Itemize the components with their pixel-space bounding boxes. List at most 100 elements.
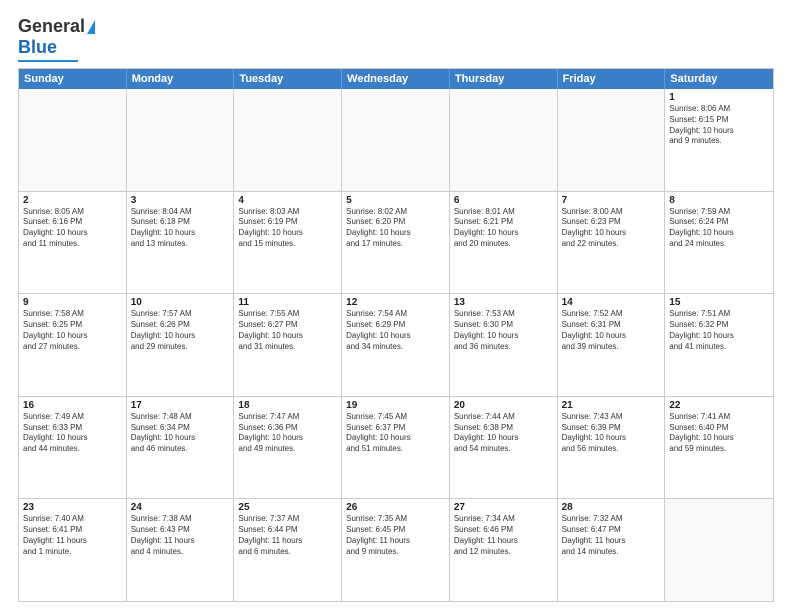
cell-info: Sunrise: 8:06 AM Sunset: 6:15 PM Dayligh…: [669, 104, 769, 147]
weekday-header-saturday: Saturday: [665, 69, 773, 89]
day-number: 4: [238, 195, 337, 206]
day-number: 28: [562, 502, 661, 513]
calendar-cell: 21Sunrise: 7:43 AM Sunset: 6:39 PM Dayli…: [558, 397, 666, 499]
calendar-cell: 10Sunrise: 7:57 AM Sunset: 6:26 PM Dayli…: [127, 294, 235, 396]
calendar-row-5: 23Sunrise: 7:40 AM Sunset: 6:41 PM Dayli…: [19, 499, 773, 601]
cell-info: Sunrise: 7:48 AM Sunset: 6:34 PM Dayligh…: [131, 412, 230, 455]
calendar-cell: 19Sunrise: 7:45 AM Sunset: 6:37 PM Dayli…: [342, 397, 450, 499]
cell-info: Sunrise: 7:34 AM Sunset: 6:46 PM Dayligh…: [454, 514, 553, 557]
cell-info: Sunrise: 8:00 AM Sunset: 6:23 PM Dayligh…: [562, 207, 661, 250]
calendar-cell: 25Sunrise: 7:37 AM Sunset: 6:44 PM Dayli…: [234, 499, 342, 601]
calendar-cell: 7Sunrise: 8:00 AM Sunset: 6:23 PM Daylig…: [558, 192, 666, 294]
weekday-header-wednesday: Wednesday: [342, 69, 450, 89]
day-number: 19: [346, 400, 445, 411]
calendar-cell: 8Sunrise: 7:59 AM Sunset: 6:24 PM Daylig…: [665, 192, 773, 294]
calendar-body: 1Sunrise: 8:06 AM Sunset: 6:15 PM Daylig…: [19, 89, 773, 601]
calendar-cell: 18Sunrise: 7:47 AM Sunset: 6:36 PM Dayli…: [234, 397, 342, 499]
cell-info: Sunrise: 7:54 AM Sunset: 6:29 PM Dayligh…: [346, 309, 445, 352]
calendar-cell: 11Sunrise: 7:55 AM Sunset: 6:27 PM Dayli…: [234, 294, 342, 396]
calendar-cell: [450, 89, 558, 191]
calendar-row-3: 9Sunrise: 7:58 AM Sunset: 6:25 PM Daylig…: [19, 294, 773, 397]
day-number: 26: [346, 502, 445, 513]
day-number: 14: [562, 297, 661, 308]
calendar-cell: [127, 89, 235, 191]
calendar-cell: 24Sunrise: 7:38 AM Sunset: 6:43 PM Dayli…: [127, 499, 235, 601]
cell-info: Sunrise: 7:53 AM Sunset: 6:30 PM Dayligh…: [454, 309, 553, 352]
weekday-header-tuesday: Tuesday: [234, 69, 342, 89]
day-number: 7: [562, 195, 661, 206]
calendar-cell: 9Sunrise: 7:58 AM Sunset: 6:25 PM Daylig…: [19, 294, 127, 396]
calendar-cell: 15Sunrise: 7:51 AM Sunset: 6:32 PM Dayli…: [665, 294, 773, 396]
calendar-cell: [19, 89, 127, 191]
logo-underline: [18, 60, 78, 62]
day-number: 6: [454, 195, 553, 206]
cell-info: Sunrise: 7:45 AM Sunset: 6:37 PM Dayligh…: [346, 412, 445, 455]
day-number: 20: [454, 400, 553, 411]
calendar-row-4: 16Sunrise: 7:49 AM Sunset: 6:33 PM Dayli…: [19, 397, 773, 500]
day-number: 21: [562, 400, 661, 411]
cell-info: Sunrise: 7:58 AM Sunset: 6:25 PM Dayligh…: [23, 309, 122, 352]
cell-info: Sunrise: 7:40 AM Sunset: 6:41 PM Dayligh…: [23, 514, 122, 557]
day-number: 12: [346, 297, 445, 308]
day-number: 13: [454, 297, 553, 308]
calendar-cell: [558, 89, 666, 191]
cell-info: Sunrise: 7:43 AM Sunset: 6:39 PM Dayligh…: [562, 412, 661, 455]
calendar-cell: 22Sunrise: 7:41 AM Sunset: 6:40 PM Dayli…: [665, 397, 773, 499]
day-number: 9: [23, 297, 122, 308]
day-number: 23: [23, 502, 122, 513]
header: General Blue: [18, 16, 774, 62]
cell-info: Sunrise: 7:55 AM Sunset: 6:27 PM Dayligh…: [238, 309, 337, 352]
day-number: 17: [131, 400, 230, 411]
cell-info: Sunrise: 8:02 AM Sunset: 6:20 PM Dayligh…: [346, 207, 445, 250]
weekday-header-thursday: Thursday: [450, 69, 558, 89]
cell-info: Sunrise: 7:41 AM Sunset: 6:40 PM Dayligh…: [669, 412, 769, 455]
cell-info: Sunrise: 7:51 AM Sunset: 6:32 PM Dayligh…: [669, 309, 769, 352]
cell-info: Sunrise: 7:59 AM Sunset: 6:24 PM Dayligh…: [669, 207, 769, 250]
day-number: 1: [669, 92, 769, 103]
calendar-cell: [342, 89, 450, 191]
calendar-cell: 5Sunrise: 8:02 AM Sunset: 6:20 PM Daylig…: [342, 192, 450, 294]
cell-info: Sunrise: 8:05 AM Sunset: 6:16 PM Dayligh…: [23, 207, 122, 250]
logo: General Blue: [18, 16, 95, 62]
day-number: 5: [346, 195, 445, 206]
calendar-cell: 6Sunrise: 8:01 AM Sunset: 6:21 PM Daylig…: [450, 192, 558, 294]
calendar-cell: 13Sunrise: 7:53 AM Sunset: 6:30 PM Dayli…: [450, 294, 558, 396]
day-number: 27: [454, 502, 553, 513]
weekday-header-sunday: Sunday: [19, 69, 127, 89]
cell-info: Sunrise: 7:38 AM Sunset: 6:43 PM Dayligh…: [131, 514, 230, 557]
cell-info: Sunrise: 7:44 AM Sunset: 6:38 PM Dayligh…: [454, 412, 553, 455]
day-number: 22: [669, 400, 769, 411]
calendar-cell: 26Sunrise: 7:35 AM Sunset: 6:45 PM Dayli…: [342, 499, 450, 601]
cell-info: Sunrise: 7:32 AM Sunset: 6:47 PM Dayligh…: [562, 514, 661, 557]
cell-info: Sunrise: 7:49 AM Sunset: 6:33 PM Dayligh…: [23, 412, 122, 455]
day-number: 25: [238, 502, 337, 513]
calendar-cell: 20Sunrise: 7:44 AM Sunset: 6:38 PM Dayli…: [450, 397, 558, 499]
day-number: 2: [23, 195, 122, 206]
cell-info: Sunrise: 7:35 AM Sunset: 6:45 PM Dayligh…: [346, 514, 445, 557]
logo-general-text: General: [18, 16, 85, 37]
calendar-cell: 12Sunrise: 7:54 AM Sunset: 6:29 PM Dayli…: [342, 294, 450, 396]
cell-info: Sunrise: 7:47 AM Sunset: 6:36 PM Dayligh…: [238, 412, 337, 455]
day-number: 8: [669, 195, 769, 206]
cell-info: Sunrise: 8:01 AM Sunset: 6:21 PM Dayligh…: [454, 207, 553, 250]
calendar-cell: 3Sunrise: 8:04 AM Sunset: 6:18 PM Daylig…: [127, 192, 235, 294]
day-number: 16: [23, 400, 122, 411]
logo-triangle-icon: [87, 20, 95, 34]
cell-info: Sunrise: 7:57 AM Sunset: 6:26 PM Dayligh…: [131, 309, 230, 352]
day-number: 18: [238, 400, 337, 411]
calendar-cell: 17Sunrise: 7:48 AM Sunset: 6:34 PM Dayli…: [127, 397, 235, 499]
calendar: SundayMondayTuesdayWednesdayThursdayFrid…: [18, 68, 774, 602]
cell-info: Sunrise: 8:04 AM Sunset: 6:18 PM Dayligh…: [131, 207, 230, 250]
day-number: 15: [669, 297, 769, 308]
logo-blue-text: Blue: [18, 37, 57, 58]
cell-info: Sunrise: 7:52 AM Sunset: 6:31 PM Dayligh…: [562, 309, 661, 352]
day-number: 3: [131, 195, 230, 206]
calendar-cell: 2Sunrise: 8:05 AM Sunset: 6:16 PM Daylig…: [19, 192, 127, 294]
calendar-header: SundayMondayTuesdayWednesdayThursdayFrid…: [19, 69, 773, 89]
day-number: 24: [131, 502, 230, 513]
calendar-cell: 16Sunrise: 7:49 AM Sunset: 6:33 PM Dayli…: [19, 397, 127, 499]
calendar-cell: 27Sunrise: 7:34 AM Sunset: 6:46 PM Dayli…: [450, 499, 558, 601]
calendar-cell: 4Sunrise: 8:03 AM Sunset: 6:19 PM Daylig…: [234, 192, 342, 294]
weekday-header-monday: Monday: [127, 69, 235, 89]
calendar-row-2: 2Sunrise: 8:05 AM Sunset: 6:16 PM Daylig…: [19, 192, 773, 295]
